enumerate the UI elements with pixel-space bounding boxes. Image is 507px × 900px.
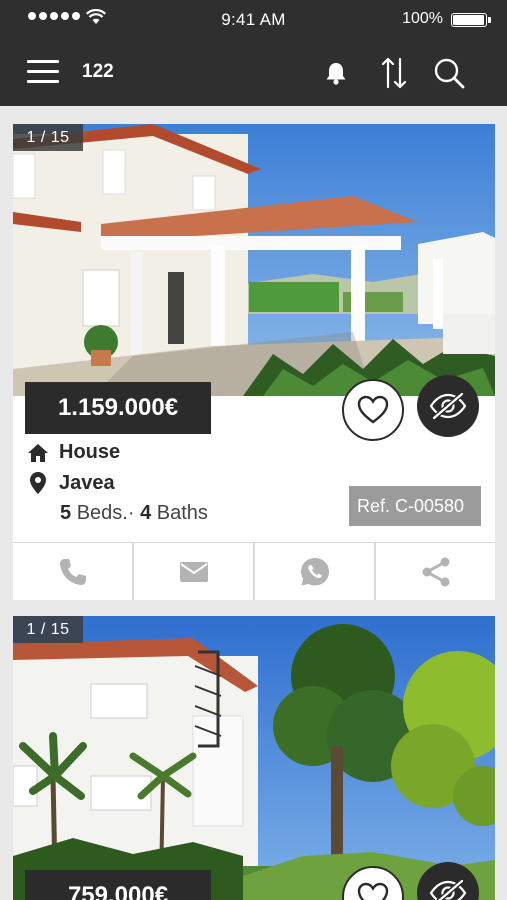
property-specs: 5 Beds.· 4 Baths [60, 502, 208, 525]
eye-slash-icon [429, 879, 467, 900]
app-header: 122 [0, 40, 507, 106]
favorite-button[interactable] [342, 379, 404, 441]
location-pin-icon [30, 472, 46, 494]
listing-photo[interactable]: 1 / 15 [13, 124, 495, 396]
contact-actions [13, 542, 495, 600]
battery-icon [451, 13, 491, 27]
heart-icon [357, 395, 389, 424]
result-count: 122 [82, 61, 114, 82]
property-location: Javea [59, 471, 115, 494]
home-icon [28, 443, 48, 462]
listing-photo[interactable]: 1 / 15 [13, 616, 495, 900]
share-button[interactable] [376, 543, 495, 600]
status-bar: 9:41 AM 100% [0, 0, 507, 40]
location-row: Javea [27, 471, 115, 495]
sort-icon [381, 57, 407, 89]
listing-price: 759.000€ [25, 870, 211, 900]
battery-percentage: 100% [402, 10, 443, 27]
bell-icon [326, 63, 346, 85]
sort-button[interactable] [376, 55, 412, 91]
phone-icon [59, 558, 86, 585]
notifications-button[interactable] [318, 55, 354, 91]
share-icon [422, 557, 449, 586]
search-button[interactable] [431, 55, 467, 91]
menu-button[interactable] [27, 60, 59, 84]
photo-counter: 1 / 15 [13, 124, 83, 151]
listing-card[interactable]: 1 / 15 1.159.000€ House Javea 5 Beds.· 4… [13, 124, 495, 600]
email-icon [179, 561, 208, 582]
baths-count: 4 [140, 502, 152, 524]
reference-badge: Ref. C-00580 [349, 486, 481, 526]
listing-price: 1.159.000€ [25, 382, 211, 434]
listing-card[interactable]: 1 / 15 759.000€ [13, 616, 495, 900]
eye-slash-icon [429, 392, 467, 420]
heart-icon [357, 882, 389, 900]
property-type-row: House [27, 441, 120, 464]
email-button[interactable] [134, 543, 255, 600]
whatsapp-icon [300, 557, 329, 585]
specs-separator: · [127, 502, 135, 524]
baths-label: Baths [156, 502, 208, 524]
beds-label: Beds. [76, 502, 128, 524]
photo-counter: 1 / 15 [13, 616, 83, 643]
call-button[interactable] [13, 543, 134, 600]
property-type: House [59, 441, 121, 463]
hide-listing-button[interactable] [417, 375, 479, 437]
whatsapp-button[interactable] [255, 543, 376, 600]
beds-count: 5 [60, 502, 72, 524]
search-icon [434, 58, 465, 89]
